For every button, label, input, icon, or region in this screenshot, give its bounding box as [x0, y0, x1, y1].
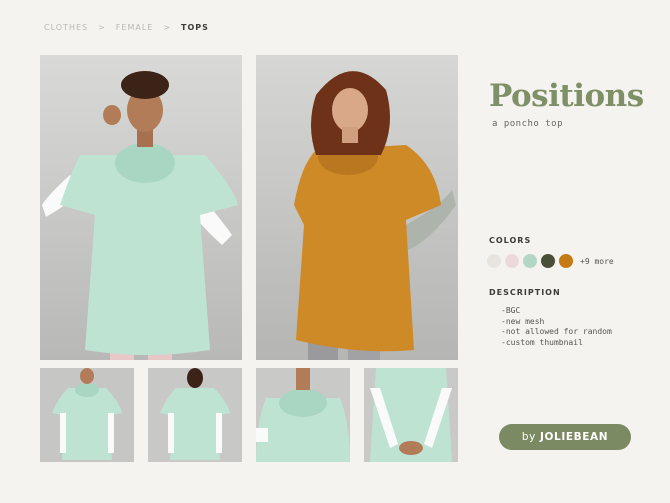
author-button[interactable]: by JOLIEBEAN	[499, 424, 631, 450]
breadcrumb-tops: TOPS	[181, 23, 209, 32]
description-item: -new mesh	[501, 316, 545, 326]
more-colors-link[interactable]: +9 more	[580, 257, 614, 266]
description-item: -not allowed for random	[501, 327, 612, 336]
breadcrumb-separator: >	[163, 23, 172, 32]
color-swatches: +9 more	[487, 254, 614, 268]
product-title: Positions	[489, 78, 644, 114]
swatch-mint[interactable]	[523, 254, 537, 268]
description-heading: DESCRIPTION	[489, 288, 561, 297]
breadcrumb-separator: >	[98, 23, 106, 32]
swatch-cream[interactable]	[487, 254, 501, 268]
breadcrumb-clothes[interactable]: CLOTHES	[44, 23, 88, 32]
thumbnail-hands-closeup[interactable]	[364, 368, 458, 462]
thumbnail-back[interactable]	[148, 368, 242, 462]
thumbnail-front[interactable]	[40, 368, 134, 462]
swatch-olive[interactable]	[541, 254, 555, 268]
description-item: -custom thumbnail	[501, 337, 583, 347]
breadcrumb-female[interactable]: FEMALE	[116, 23, 154, 32]
description-list: -BGC -new mesh -not allowed for random -…	[501, 306, 612, 348]
breadcrumb: CLOTHES > FEMALE > TOPS	[44, 23, 209, 32]
author-prefix: by	[521, 431, 536, 443]
main-photo-mustard	[256, 55, 458, 360]
product-subtitle: a poncho top	[492, 119, 564, 129]
description-item: -BGC	[501, 306, 521, 315]
swatch-pink[interactable]	[505, 254, 519, 268]
main-photo-mint	[40, 55, 242, 360]
swatch-mustard[interactable]	[559, 254, 573, 268]
author-name: JOLIEBEAN	[540, 431, 609, 443]
colors-heading: COLORS	[489, 236, 532, 245]
thumbnail-collar-closeup[interactable]	[256, 368, 350, 462]
